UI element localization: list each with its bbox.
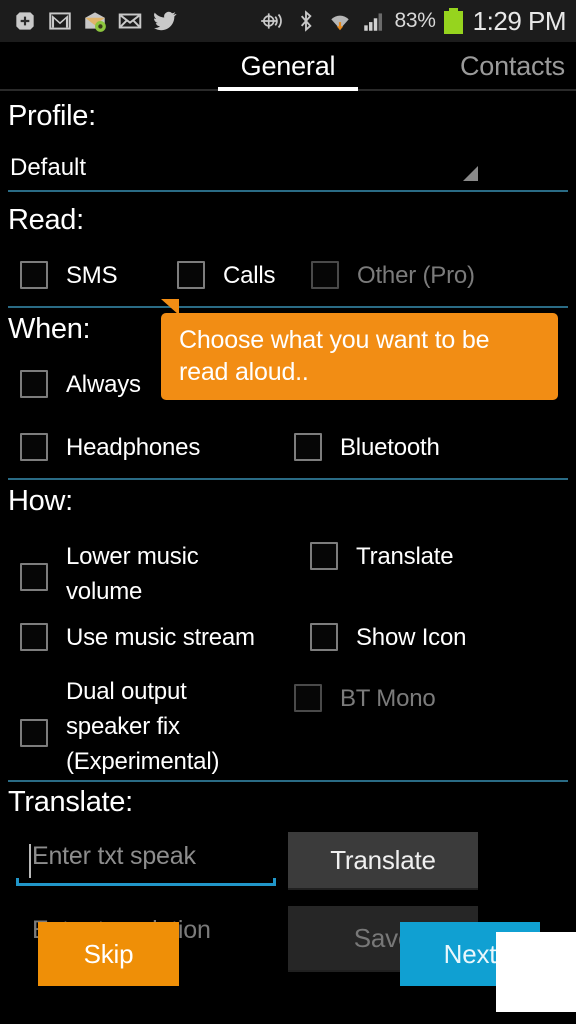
gmail-icon (49, 12, 71, 30)
battery-percent-label: 83% (394, 9, 436, 32)
status-bar-notification-icons (0, 8, 178, 34)
spinner-dropdown-arrow-icon (463, 166, 478, 181)
read-section-title: Read: (8, 204, 84, 236)
tab-contacts-label: Contacts (460, 50, 565, 81)
tab-contacts[interactable]: Contacts (460, 42, 576, 90)
battery-icon (443, 8, 463, 34)
translate-section-title: Translate: (8, 786, 133, 818)
mail-icon (118, 13, 142, 29)
tab-general-indicator (218, 87, 358, 91)
plus-badge-icon (16, 12, 34, 30)
checkbox-calls[interactable] (177, 261, 205, 289)
checkbox-translate-label: Translate (356, 543, 454, 570)
how-section-title: How: (8, 485, 73, 517)
checkbox-other-pro[interactable] (311, 261, 339, 289)
checkbox-bt-mono[interactable] (294, 684, 322, 712)
translate-button-label: Translate (330, 844, 436, 875)
divider-when (8, 478, 568, 480)
when-section-title: When: (8, 313, 91, 345)
tab-general-label: General (240, 50, 336, 81)
checkbox-show-icon-label: Show Icon (356, 624, 467, 651)
checkbox-use-music-stream-label: Use music stream (66, 624, 255, 651)
tab-general[interactable]: General (218, 42, 358, 90)
status-bar: 83% 1:29 PM (0, 0, 576, 42)
checkbox-use-music-stream[interactable] (20, 623, 48, 651)
checkbox-sms[interactable] (20, 261, 48, 289)
profile-spinner-value: Default (10, 154, 87, 181)
clock-label: 1:29 PM (472, 5, 567, 36)
checkbox-dual-output-speaker-fix-label: Dual output speaker fix (Experimental) (66, 678, 220, 775)
checkbox-headphones[interactable] (20, 433, 48, 461)
checkbox-bluetooth-label: Bluetooth (340, 434, 440, 461)
twitter-icon (154, 11, 177, 31)
gps-location-icon (260, 13, 282, 29)
checkbox-dual-output-speaker-fix[interactable] (20, 719, 48, 747)
tab-bar: General Contacts (0, 42, 576, 92)
next-button-label: Next (443, 938, 497, 969)
profile-section-title: Profile: (8, 100, 96, 132)
input-underline (16, 878, 276, 886)
tooltip-text: Choose what you want to be read aloud.. (179, 326, 490, 386)
checkbox-headphones-label: Headphones (66, 434, 201, 461)
app-screen: 83% 1:29 PM General Contacts Profile: De… (0, 0, 576, 1024)
status-bar-system-icons: 83% 1:29 PM (259, 6, 576, 37)
checkbox-always-label: Always (66, 371, 141, 398)
translate-input-placeholder: Enter txt speak (32, 842, 196, 870)
bluetooth-icon (300, 10, 312, 32)
wifi-download-icon (330, 15, 349, 31)
checkbox-show-icon[interactable] (310, 623, 338, 651)
tooltip-body: Choose what you want to be read aloud.. (161, 313, 558, 400)
checkbox-sms-label: SMS (66, 262, 118, 289)
checkbox-lower-music-volume[interactable] (20, 563, 48, 591)
divider-profile (8, 190, 568, 192)
checkbox-lower-music-volume-label: Lower music volume (66, 543, 199, 605)
skip-button[interactable]: Skip (38, 922, 179, 986)
skip-button-label: Skip (83, 938, 134, 969)
checkbox-calls-label: Calls (223, 262, 276, 289)
checkbox-other-pro-label: Other (Pro) (357, 262, 475, 289)
checkbox-translate[interactable] (310, 542, 338, 570)
checkbox-always[interactable] (20, 370, 48, 398)
white-overlay-box (496, 932, 576, 1012)
checkbox-bluetooth[interactable] (294, 433, 322, 461)
email-attachment-icon (85, 12, 106, 32)
divider-how (8, 780, 568, 782)
translate-input[interactable]: Enter txt speak (16, 838, 276, 886)
translate-button[interactable]: Translate (288, 832, 478, 890)
divider-read (8, 306, 568, 308)
cell-signal-icon (363, 13, 382, 31)
checkbox-bt-mono-label: BT Mono (340, 685, 436, 712)
text-caret (29, 844, 31, 878)
